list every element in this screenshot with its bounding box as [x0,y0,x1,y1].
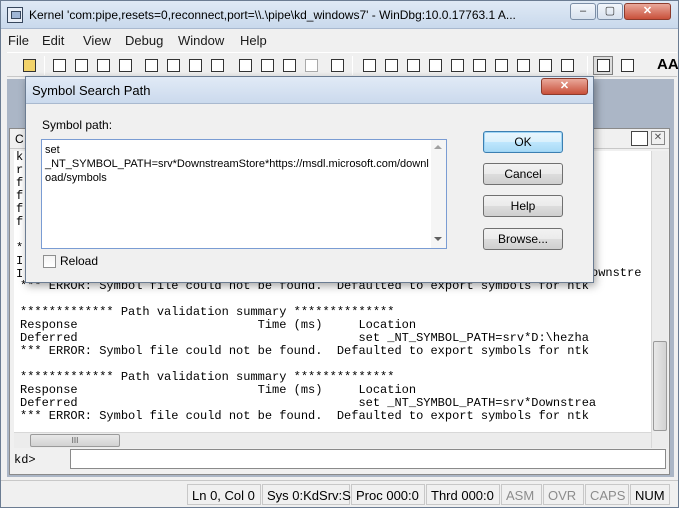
cancel-button[interactable]: Cancel [483,163,563,185]
dialog-title-bar: Symbol Search Path ✕ [26,77,593,104]
minimize-button[interactable]: ‒ [570,3,596,20]
cut-icon[interactable] [49,56,69,75]
status-process: Proc 000:0 [351,484,425,505]
status-num: NUM [630,484,670,505]
scratch-pad-icon[interactable] [513,56,533,75]
processes-threads-icon[interactable] [535,56,555,75]
output-vertical-scrollbar[interactable] [651,151,668,448]
status-bar: Ln 0, Col 0 Sys 0:KdSrv:S Proc 000:0 Thr… [1,480,678,507]
vertical-scroll-thumb[interactable] [653,341,667,431]
dialog-title: Symbol Search Path [32,83,151,98]
step-out-icon[interactable] [185,56,205,75]
command-window-close-icon[interactable]: ✕ [651,131,665,145]
output-line: *** ERROR: Symbol file could not be foun… [20,409,589,423]
font-icon[interactable]: AA [657,56,679,73]
help-button[interactable]: Help [483,195,563,217]
options-icon[interactable] [557,56,577,75]
close-button[interactable]: ✕ [624,3,671,20]
textarea-scrollbar[interactable] [431,140,446,248]
source-mode-icon[interactable] [593,56,613,75]
scroll-up-icon[interactable] [434,145,442,149]
status-position: Ln 0, Col 0 [187,484,261,505]
step-into-icon[interactable] [141,56,161,75]
step-icon[interactable] [257,56,277,75]
output-horizontal-scrollbar[interactable]: III [14,432,651,448]
call-stack-window-icon[interactable] [469,56,489,75]
window-title: Kernel 'com:pipe,resets=0,reconnect,port… [29,8,516,22]
locals-window-icon[interactable] [403,56,423,75]
output-fragment: f [16,215,24,229]
step-over-icon[interactable] [163,56,183,75]
output-line: *** ERROR: Symbol file could not be foun… [20,344,589,358]
horizontal-scroll-thumb[interactable]: III [30,434,120,447]
menu-edit[interactable]: Edit [42,33,64,48]
menu-debug[interactable]: Debug [125,33,163,48]
status-system: Sys 0:KdSrv:S [262,484,351,505]
menu-bar: File Edit View Debug Window Help [1,30,678,51]
memory-window-icon[interactable] [447,56,467,75]
windbg-main-window: Kernel 'com:pipe,resets=0,reconnect,port… [0,0,679,508]
dialog-close-button[interactable]: ✕ [541,78,588,95]
browse-button[interactable]: Browse... [483,228,563,250]
toolbar-separator [44,56,45,75]
ok-button[interactable]: OK [483,131,563,153]
symbol-search-path-dialog: Symbol Search Path ✕ Symbol path: set _N… [25,76,594,283]
command-input[interactable] [70,449,666,469]
disassembly-window-icon[interactable] [491,56,511,75]
go-icon[interactable] [115,56,135,75]
hand-icon[interactable] [327,56,347,75]
paste-icon[interactable] [93,56,113,75]
maximize-button[interactable]: ▢ [597,3,623,20]
menu-window[interactable]: Window [178,33,224,48]
status-asm: ASM [501,484,542,505]
output-fragment: ownstre [591,266,642,280]
watch-window-icon[interactable] [381,56,401,75]
symbol-path-value: set _NT_SYMBOL_PATH=srv*DownstreamStore*… [45,144,429,184]
toolbar-separator [587,56,588,75]
command-window-icon[interactable] [359,56,379,75]
hex-display-icon[interactable] [617,56,637,75]
windbg-app-icon[interactable] [7,7,23,23]
run-to-cursor-icon[interactable] [207,56,227,75]
copy-icon[interactable] [71,56,91,75]
menu-view[interactable]: View [83,33,111,48]
menu-help[interactable]: Help [240,33,267,48]
reload-checkbox[interactable] [43,255,56,268]
title-bar: Kernel 'com:pipe,resets=0,reconnect,port… [1,1,678,29]
dialog-body: Symbol path: set _NT_SYMBOL_PATH=srv*Dow… [26,105,593,282]
status-caps: CAPS [585,484,629,505]
status-ovr: OVR [543,484,584,505]
open-folder-icon[interactable] [19,56,39,75]
command-window-dock-icon[interactable] [631,131,648,146]
symbol-path-label: Symbol path: [42,118,113,132]
status-thread: Thrd 000:0 [426,484,500,505]
command-prompt: kd> [14,453,36,467]
registers-window-icon[interactable] [425,56,445,75]
menu-file[interactable]: File [8,33,29,48]
toolbar-separator [352,56,353,75]
scroll-down-icon[interactable] [434,237,442,241]
reload-label[interactable]: Reload [60,254,98,268]
disabled-step-icon[interactable] [301,56,321,75]
symbol-path-textarea[interactable]: set _NT_SYMBOL_PATH=srv*DownstreamStore*… [41,139,447,249]
command-window-caption-letter: C [15,132,24,146]
breakpoint-icon[interactable] [235,56,255,75]
step-back-icon[interactable] [279,56,299,75]
toolbar: AA [7,52,679,77]
